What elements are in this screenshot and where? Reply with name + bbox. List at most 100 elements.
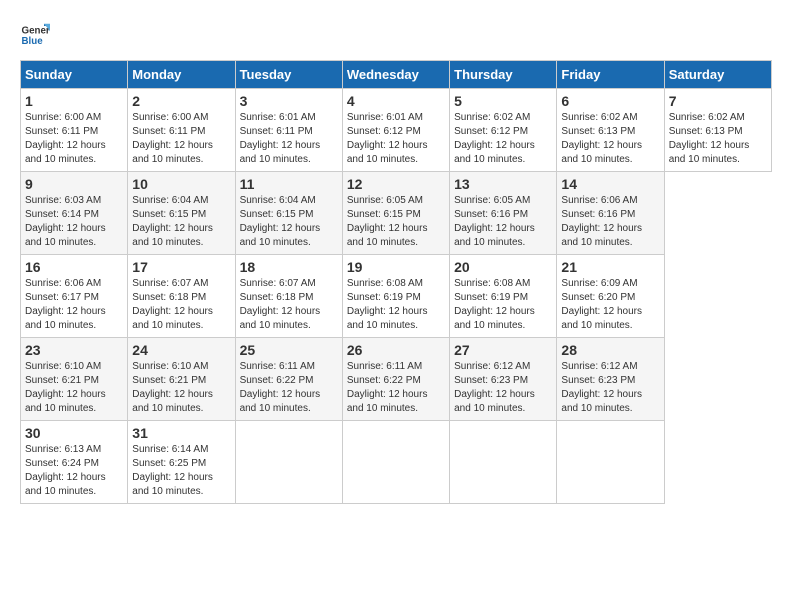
calendar-day-17: 17Sunrise: 6:07 AMSunset: 6:18 PMDayligh… bbox=[128, 255, 235, 338]
weekday-header-row: SundayMondayTuesdayWednesdayThursdayFrid… bbox=[21, 61, 772, 89]
calendar-week-5: 30 Sunrise: 6:13 AMSunset: 6:24 PMDayligh… bbox=[21, 421, 772, 504]
day-info: Sunrise: 6:08 AMSunset: 6:19 PMDaylight:… bbox=[347, 277, 445, 333]
calendar-day-23: 23 Sunrise: 6:10 AMSunset: 6:21 PMDayligh… bbox=[21, 338, 128, 421]
calendar-day-7: 7 Sunrise: 6:02 AMSunset: 6:13 PMDaylight… bbox=[664, 89, 771, 172]
day-info: Sunrise: 6:14 AMSunset: 6:25 PMDaylight:… bbox=[132, 443, 230, 499]
calendar-day-4: 4 Sunrise: 6:01 AMSunset: 6:12 PMDaylight… bbox=[342, 89, 449, 172]
day-number: 20 bbox=[454, 259, 552, 275]
svg-text:Blue: Blue bbox=[22, 36, 44, 47]
calendar-day-26: 26 Sunrise: 6:11 AMSunset: 6:22 PMDayligh… bbox=[342, 338, 449, 421]
weekday-header-saturday: Saturday bbox=[664, 61, 771, 89]
calendar-day-9: 9 Sunrise: 6:03 AMSunset: 6:14 PMDaylight… bbox=[21, 172, 128, 255]
day-number: 7 bbox=[669, 93, 767, 109]
day-info: Sunrise: 6:11 AMSunset: 6:22 PMDaylight:… bbox=[347, 360, 445, 416]
calendar-week-3: 16 Sunrise: 6:06 AMSunset: 6:17 PMDayligh… bbox=[21, 255, 772, 338]
day-info: Sunrise: 6:02 AMSunset: 6:13 PMDaylight:… bbox=[561, 111, 659, 167]
calendar-day-25: 25 Sunrise: 6:11 AMSunset: 6:22 PMDayligh… bbox=[235, 338, 342, 421]
day-number: 25 bbox=[240, 342, 338, 358]
weekday-header-tuesday: Tuesday bbox=[235, 61, 342, 89]
day-number: 3 bbox=[240, 93, 338, 109]
day-info: Sunrise: 6:12 AMSunset: 6:23 PMDaylight:… bbox=[561, 360, 659, 416]
day-info: Sunrise: 6:04 AMSunset: 6:15 PMDaylight:… bbox=[132, 194, 230, 250]
day-number: 16 bbox=[25, 259, 123, 275]
calendar-table: SundayMondayTuesdayWednesdayThursdayFrid… bbox=[20, 60, 772, 504]
day-number: 11 bbox=[240, 176, 338, 192]
day-info: Sunrise: 6:13 AMSunset: 6:24 PMDaylight:… bbox=[25, 443, 123, 499]
logo-icon: General Blue bbox=[20, 20, 50, 50]
empty-cell bbox=[450, 421, 557, 504]
day-number: 2 bbox=[132, 93, 230, 109]
calendar-day-24: 24 Sunrise: 6:10 AMSunset: 6:21 PMDayligh… bbox=[128, 338, 235, 421]
calendar-day-13: 13 Sunrise: 6:05 AMSunset: 6:16 PMDayligh… bbox=[450, 172, 557, 255]
day-info: Sunrise: 6:08 AMSunset: 6:19 PMDaylight:… bbox=[454, 277, 552, 333]
calendar-day-16: 16 Sunrise: 6:06 AMSunset: 6:17 PMDayligh… bbox=[21, 255, 128, 338]
weekday-header-thursday: Thursday bbox=[450, 61, 557, 89]
calendar-day-19: 19 Sunrise: 6:08 AMSunset: 6:19 PMDayligh… bbox=[342, 255, 449, 338]
calendar-day-12: 12 Sunrise: 6:05 AMSunset: 6:15 PMDayligh… bbox=[342, 172, 449, 255]
weekday-header-friday: Friday bbox=[557, 61, 664, 89]
day-info: Sunrise: 6:04 AMSunset: 6:15 PMDaylight:… bbox=[240, 194, 338, 250]
calendar-day-14: 14 Sunrise: 6:06 AMSunset: 6:16 PMDayligh… bbox=[557, 172, 664, 255]
day-number: 6 bbox=[561, 93, 659, 109]
day-number: 10 bbox=[132, 176, 230, 192]
calendar-day-31: 31 Sunrise: 6:14 AMSunset: 6:25 PMDayligh… bbox=[128, 421, 235, 504]
day-info: Sunrise: 6:05 AMSunset: 6:16 PMDaylight:… bbox=[454, 194, 552, 250]
day-number: 26 bbox=[347, 342, 445, 358]
calendar-day-10: 10 Sunrise: 6:04 AMSunset: 6:15 PMDayligh… bbox=[128, 172, 235, 255]
day-number: 21 bbox=[561, 259, 659, 275]
day-number: 1 bbox=[25, 93, 123, 109]
day-number: 14 bbox=[561, 176, 659, 192]
day-number: 30 bbox=[25, 425, 123, 441]
day-info: Sunrise: 6:07 AMSunset: 6:18 PMDaylight:… bbox=[240, 277, 338, 333]
day-info: Sunrise: 6:01 AMSunset: 6:11 PMDaylight:… bbox=[240, 111, 338, 167]
day-number: 4 bbox=[347, 93, 445, 109]
empty-cell bbox=[235, 421, 342, 504]
day-info: Sunrise: 6:06 AMSunset: 6:17 PMDaylight:… bbox=[25, 277, 123, 333]
day-info: Sunrise: 6:02 AMSunset: 6:12 PMDaylight:… bbox=[454, 111, 552, 167]
weekday-header-monday: Monday bbox=[128, 61, 235, 89]
calendar-day-30: 30 Sunrise: 6:13 AMSunset: 6:24 PMDayligh… bbox=[21, 421, 128, 504]
day-number: 5 bbox=[454, 93, 552, 109]
empty-cell bbox=[342, 421, 449, 504]
header: General Blue bbox=[20, 20, 772, 50]
calendar-day-20: 20 Sunrise: 6:08 AMSunset: 6:19 PMDayligh… bbox=[450, 255, 557, 338]
logo: General Blue bbox=[20, 20, 50, 50]
day-info: Sunrise: 6:00 AMSunset: 6:11 PMDaylight:… bbox=[132, 111, 230, 167]
svg-text:General: General bbox=[22, 26, 51, 37]
day-info: Sunrise: 6:09 AMSunset: 6:20 PMDaylight:… bbox=[561, 277, 659, 333]
day-number: 31 bbox=[132, 425, 230, 441]
day-info: Sunrise: 6:10 AMSunset: 6:21 PMDaylight:… bbox=[25, 360, 123, 416]
day-info: Sunrise: 6:10 AMSunset: 6:21 PMDaylight:… bbox=[132, 360, 230, 416]
day-info: Sunrise: 6:12 AMSunset: 6:23 PMDaylight:… bbox=[454, 360, 552, 416]
day-info: Sunrise: 6:06 AMSunset: 6:16 PMDaylight:… bbox=[561, 194, 659, 250]
day-number: 12 bbox=[347, 176, 445, 192]
day-info: Sunrise: 6:11 AMSunset: 6:22 PMDaylight:… bbox=[240, 360, 338, 416]
calendar-week-4: 23 Sunrise: 6:10 AMSunset: 6:21 PMDayligh… bbox=[21, 338, 772, 421]
calendar-day-11: 11 Sunrise: 6:04 AMSunset: 6:15 PMDayligh… bbox=[235, 172, 342, 255]
weekday-header-sunday: Sunday bbox=[21, 61, 128, 89]
weekday-header-wednesday: Wednesday bbox=[342, 61, 449, 89]
calendar-day-18: 18Sunrise: 6:07 AMSunset: 6:18 PMDayligh… bbox=[235, 255, 342, 338]
day-info: Sunrise: 6:07 AMSunset: 6:18 PMDaylight:… bbox=[132, 277, 230, 333]
calendar-day-2: 2 Sunrise: 6:00 AMSunset: 6:11 PMDaylight… bbox=[128, 89, 235, 172]
day-number: 9 bbox=[25, 176, 123, 192]
calendar-day-3: 3 Sunrise: 6:01 AMSunset: 6:11 PMDaylight… bbox=[235, 89, 342, 172]
calendar-day-28: 28Sunrise: 6:12 AMSunset: 6:23 PMDayligh… bbox=[557, 338, 664, 421]
day-info: Sunrise: 6:00 AMSunset: 6:11 PMDaylight:… bbox=[25, 111, 123, 167]
calendar-day-5: 5 Sunrise: 6:02 AMSunset: 6:12 PMDaylight… bbox=[450, 89, 557, 172]
day-info: Sunrise: 6:01 AMSunset: 6:12 PMDaylight:… bbox=[347, 111, 445, 167]
calendar-day-27: 27 Sunrise: 6:12 AMSunset: 6:23 PMDayligh… bbox=[450, 338, 557, 421]
day-info: Sunrise: 6:02 AMSunset: 6:13 PMDaylight:… bbox=[669, 111, 767, 167]
day-number: 23 bbox=[25, 342, 123, 358]
day-number: 27 bbox=[454, 342, 552, 358]
calendar-week-1: 1 Sunrise: 6:00 AMSunset: 6:11 PMDaylight… bbox=[21, 89, 772, 172]
calendar-day-21: 21 Sunrise: 6:09 AMSunset: 6:20 PMDayligh… bbox=[557, 255, 664, 338]
day-info: Sunrise: 6:03 AMSunset: 6:14 PMDaylight:… bbox=[25, 194, 123, 250]
day-info: Sunrise: 6:05 AMSunset: 6:15 PMDaylight:… bbox=[347, 194, 445, 250]
day-number: 13 bbox=[454, 176, 552, 192]
calendar-week-2: 9 Sunrise: 6:03 AMSunset: 6:14 PMDaylight… bbox=[21, 172, 772, 255]
empty-cell bbox=[557, 421, 664, 504]
day-number: 19 bbox=[347, 259, 445, 275]
calendar-day-6: 6 Sunrise: 6:02 AMSunset: 6:13 PMDaylight… bbox=[557, 89, 664, 172]
day-number: 24 bbox=[132, 342, 230, 358]
